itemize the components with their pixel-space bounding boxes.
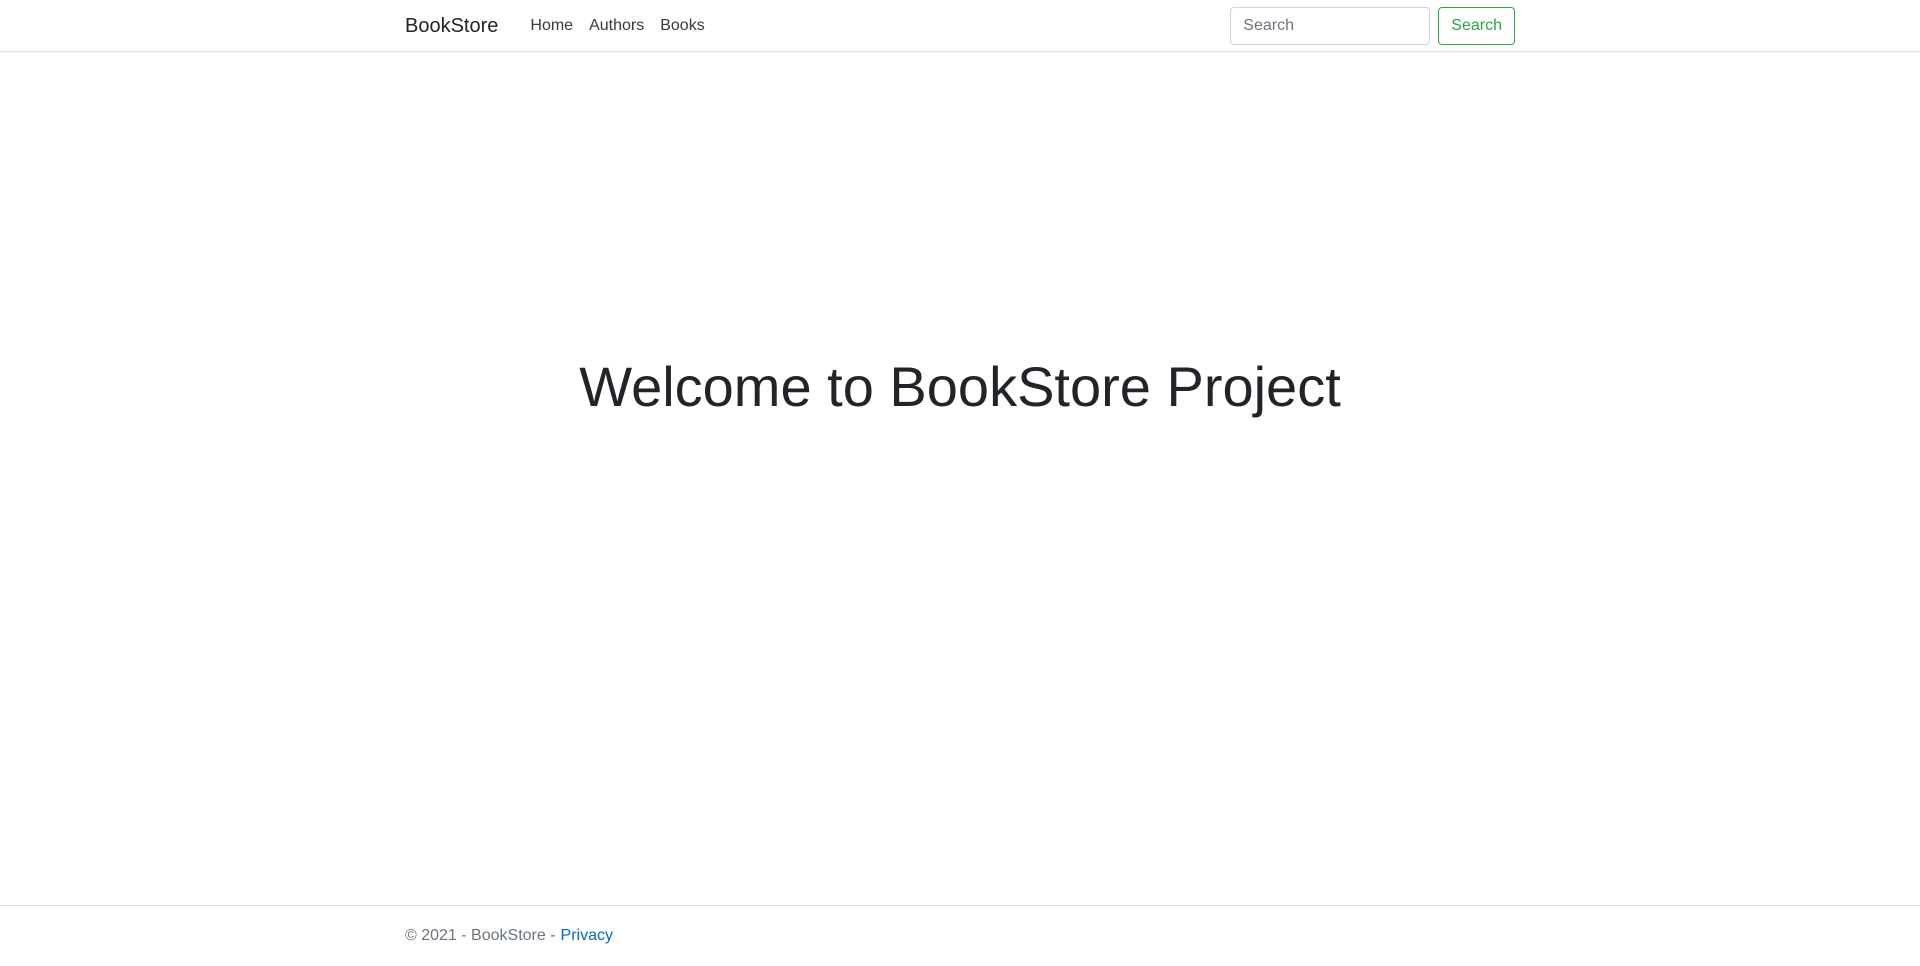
nav-link-authors[interactable]: Authors — [581, 17, 652, 35]
nav-link-home[interactable]: Home — [522, 17, 581, 35]
nav-links: Home Authors Books — [522, 17, 712, 35]
main-content: Welcome to BookStore Project — [0, 53, 1920, 905]
search-input[interactable] — [1230, 7, 1431, 45]
footer-copyright: © 2021 - BookStore - — [405, 927, 556, 944]
search-form: Search — [1230, 7, 1515, 45]
brand-link[interactable]: BookStore — [405, 15, 498, 38]
top-navbar: BookStore Home Authors Books Search — [0, 0, 1920, 52]
navbar-container: BookStore Home Authors Books Search — [405, 0, 1515, 52]
privacy-link[interactable]: Privacy — [561, 927, 613, 945]
nav-link-books[interactable]: Books — [652, 17, 712, 35]
footer-container: © 2021 - BookStore - Privacy — [405, 906, 613, 966]
search-button[interactable]: Search — [1438, 7, 1515, 45]
welcome-heading: Welcome to BookStore Project — [579, 355, 1341, 418]
footer: © 2021 - BookStore - Privacy — [0, 905, 1920, 966]
